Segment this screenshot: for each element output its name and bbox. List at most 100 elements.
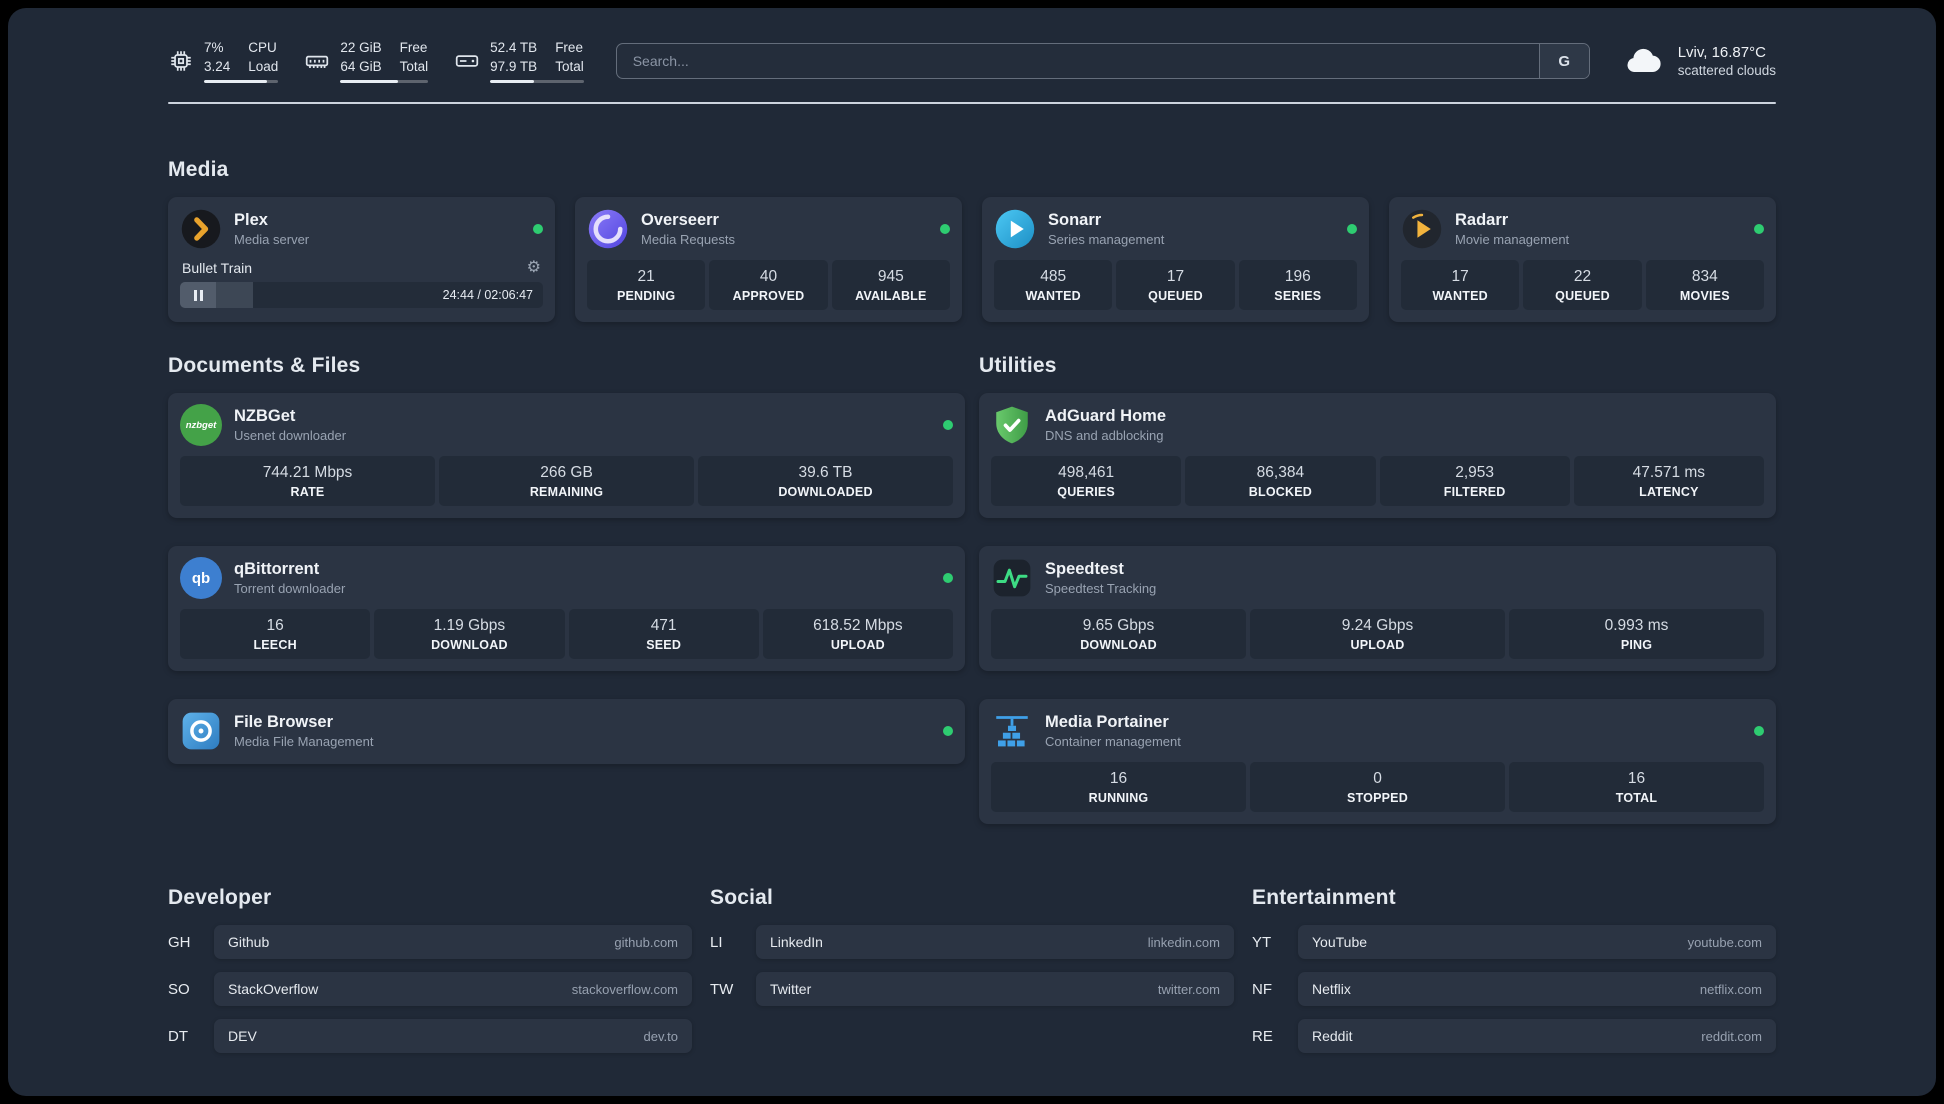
bookmark-domain: netflix.com xyxy=(1699,981,1762,997)
stat-label: MOVIES xyxy=(1679,289,1730,303)
stat-tile: 16 LEECH xyxy=(180,609,371,659)
cpu-usage-bar xyxy=(204,79,279,83)
service-link-qbittorrent[interactable]: qb qBittorrent Torrent downloader xyxy=(180,557,953,599)
service-link-filebrowser[interactable]: File Browser Media File Management xyxy=(180,710,953,752)
now-playing-title: Bullet Train xyxy=(182,260,253,276)
stat-tile: 21 PENDING xyxy=(587,260,706,310)
stat-label: FILTERED xyxy=(1443,485,1506,499)
bookmark-netflix[interactable]: NF Netflix netflix.com xyxy=(1252,972,1776,1006)
stat-value: 1.19 Gbps xyxy=(433,617,506,634)
bookmark-reddit[interactable]: RE Reddit reddit.com xyxy=(1252,1019,1776,1053)
stat-value: 9.65 Gbps xyxy=(1082,617,1155,634)
stat-label: RUNNING xyxy=(1088,791,1149,805)
stat-tile: 9.24 Gbps UPLOAD xyxy=(1250,609,1505,659)
service-link-radarr[interactable]: Radarr Movie management xyxy=(1401,208,1764,250)
bookmark-twitter[interactable]: TW Twitter twitter.com xyxy=(710,972,1234,1006)
disk-free-label: Free xyxy=(555,40,583,56)
service-link-adguard[interactable]: AdGuard Home DNS and adblocking xyxy=(991,404,1764,446)
playback-time: 24:44 / 02:06:47 xyxy=(442,288,533,302)
cpu-loadavg: 3.24 xyxy=(204,59,231,74)
topbar-divider xyxy=(168,102,1776,104)
gear-icon[interactable]: ⚙ xyxy=(527,260,541,276)
stat-label: LEECH xyxy=(253,638,297,652)
status-dot xyxy=(943,573,953,583)
stat-tile: 0.993 ms PING xyxy=(1509,609,1764,659)
service-card-adguard: AdGuard Home DNS and adblocking 498,461 … xyxy=(979,393,1776,518)
disk-usage-bar xyxy=(490,79,584,83)
weather-condition: scattered clouds xyxy=(1677,63,1776,78)
service-link-speedtest[interactable]: Speedtest Speedtest Tracking xyxy=(991,557,1764,599)
bookmark-name: StackOverflow xyxy=(228,981,319,997)
bookmark-abbr: NF xyxy=(1252,980,1272,998)
bookmark-abbr: TW xyxy=(710,980,734,998)
bookmark-dev[interactable]: DT DEV dev.to xyxy=(168,1019,692,1053)
bookmark-name: Netflix xyxy=(1312,981,1351,997)
bookmark-domain: dev.to xyxy=(643,1028,678,1044)
stat-label: DOWNLOAD xyxy=(1080,638,1157,652)
service-card-plex: Plex Media server Bullet Train ⚙ 24:44 /… xyxy=(168,197,555,322)
service-link-overseerr[interactable]: Overseerr Media Requests xyxy=(587,208,950,250)
stat-tile: 618.52 Mbps UPLOAD xyxy=(762,609,953,659)
stat-value: 485 xyxy=(1040,268,1067,285)
section-title-media: Media xyxy=(168,158,229,181)
bookmark-youtube[interactable]: YT YouTube youtube.com xyxy=(1252,925,1776,959)
service-link-sonarr[interactable]: Sonarr Series management xyxy=(994,208,1357,250)
pause-icon xyxy=(193,289,203,301)
service-subtitle: Speedtest Tracking xyxy=(1045,581,1157,596)
stat-value: 0.993 ms xyxy=(1604,617,1669,634)
stat-label: AVAILABLE xyxy=(855,289,927,303)
search-input[interactable] xyxy=(616,44,1539,78)
service-link-plex[interactable]: Plex Media server xyxy=(180,208,543,250)
service-card-nzbget: nzbget NZBGet Usenet downloader 744.21 M… xyxy=(168,393,965,518)
stat-label: DOWNLOADED xyxy=(778,485,873,499)
stat-value: 2,953 xyxy=(1455,464,1495,481)
bookmark-name: YouTube xyxy=(1312,934,1368,950)
section-utilities: Utilities AdGuard Home DNS and adblockin… xyxy=(979,354,1776,824)
bookmark-abbr: DT xyxy=(168,1027,188,1045)
stat-tile: 744.21 Mbps RATE xyxy=(180,456,435,506)
service-name: Media Portainer xyxy=(1045,713,1169,731)
section-entertainment: Entertainment YT YouTube youtube.com NF … xyxy=(1252,886,1776,1053)
service-link-portainer[interactable]: Media Portainer Container management xyxy=(991,710,1764,752)
bookmark-domain: stackoverflow.com xyxy=(571,981,678,997)
stat-value: 17 xyxy=(1451,268,1469,285)
service-link-nzbget[interactable]: nzbget NZBGet Usenet downloader xyxy=(180,404,953,446)
portainer-stats: 16 RUNNING 0 STOPPED 16 TOTAL xyxy=(991,762,1764,812)
stat-tile: 834 MOVIES xyxy=(1645,260,1764,310)
bookmark-stackoverflow[interactable]: SO StackOverflow stackoverflow.com xyxy=(168,972,692,1006)
stat-value: 86,384 xyxy=(1256,464,1305,481)
memory-total-value: 64 GiB xyxy=(340,59,382,74)
overseerr-stats: 21 PENDING 40 APPROVED 945 AVAILABLE xyxy=(587,260,950,310)
playback-progress-bar[interactable]: 24:44 / 02:06:47 xyxy=(180,282,543,308)
bookmark-domain: twitter.com xyxy=(1157,981,1220,997)
stat-label: PING xyxy=(1620,638,1653,652)
status-dot xyxy=(943,726,953,736)
adguard-stats: 498,461 QUERIES 86,384 BLOCKED 2,953 FIL… xyxy=(991,456,1764,506)
stat-tile: 196 SERIES xyxy=(1238,260,1357,310)
qbittorrent-icon: qb xyxy=(180,557,222,599)
section-social: Social LI LinkedIn linkedin.com TW Twitt… xyxy=(710,886,1234,1053)
dashboard: 7% 3.24 CPU Load 22 GiB 64 GiB Free Tota… xyxy=(8,8,1936,1096)
service-name: Radarr xyxy=(1455,211,1509,229)
stat-label: QUEUED xyxy=(1555,289,1610,303)
stat-label: REMAINING xyxy=(529,485,604,499)
cpu-widget: 7% 3.24 CPU Load xyxy=(168,39,279,83)
service-subtitle: Container management xyxy=(1045,734,1181,749)
stat-tile: 39.6 TB DOWNLOADED xyxy=(698,456,953,506)
search-engine-button[interactable]: G xyxy=(1538,44,1589,78)
bookmark-abbr: GH xyxy=(168,933,191,951)
bookmark-abbr: RE xyxy=(1252,1027,1273,1045)
bookmark-linkedin[interactable]: LI LinkedIn linkedin.com xyxy=(710,925,1234,959)
pause-button[interactable] xyxy=(180,282,216,308)
stat-tile: 945 AVAILABLE xyxy=(831,260,950,310)
stat-value: 47.571 ms xyxy=(1632,464,1706,481)
stat-label: BLOCKED xyxy=(1248,485,1312,499)
stat-tile: 86,384 BLOCKED xyxy=(1185,456,1376,506)
stat-label: DOWNLOAD xyxy=(431,638,508,652)
plex-icon xyxy=(180,208,222,250)
bookmark-github[interactable]: GH Github github.com xyxy=(168,925,692,959)
disk-free-value: 52.4 TB xyxy=(490,40,538,56)
service-subtitle: Media File Management xyxy=(234,734,374,749)
stat-value: 471 xyxy=(650,617,677,634)
memory-icon xyxy=(306,55,329,69)
